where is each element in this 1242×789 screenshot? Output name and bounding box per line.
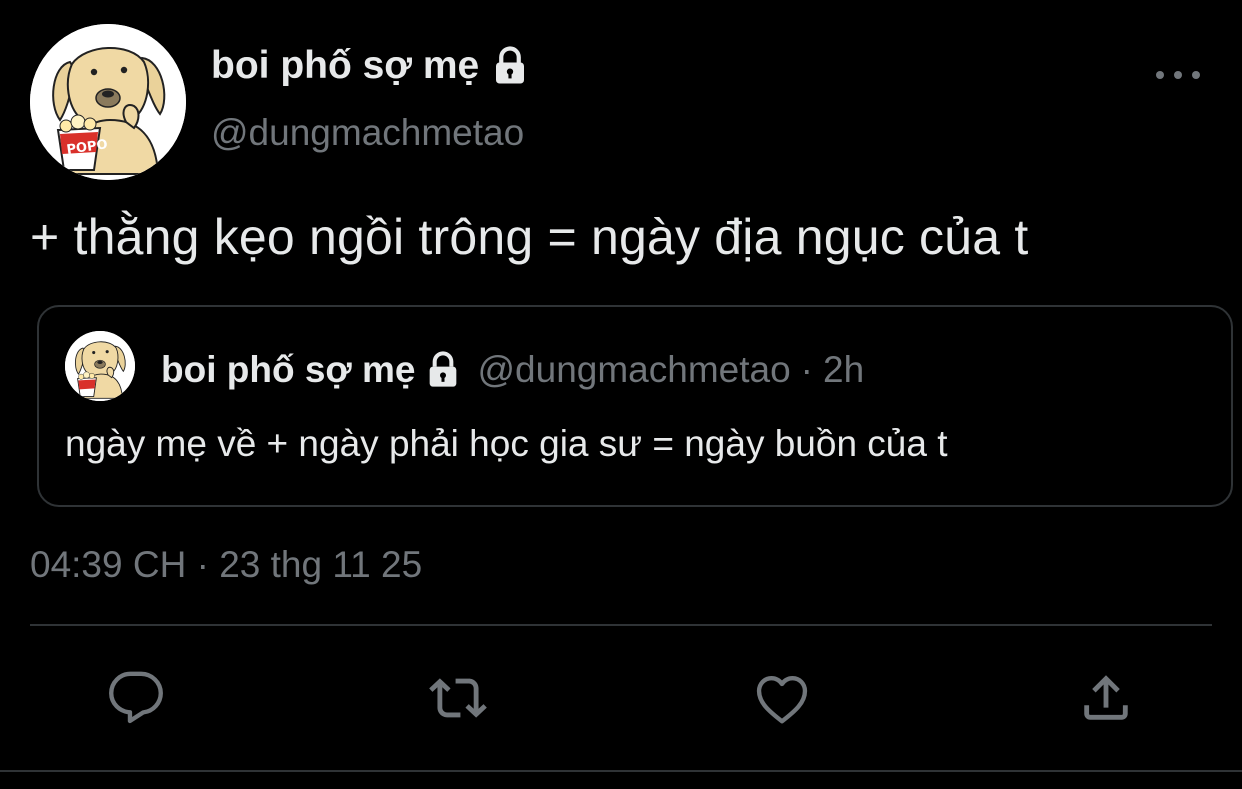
quoted-author-display-name: boi phố sợ mẹ bbox=[161, 349, 416, 390]
like-icon[interactable] bbox=[752, 668, 812, 728]
author-display-name-row[interactable]: boi phố sợ mẹ bbox=[211, 44, 531, 88]
more-horizontal-icon[interactable] bbox=[1156, 60, 1200, 90]
quoted-author-avatar bbox=[65, 331, 135, 401]
quoted-tweet-header: boi phố sợ mẹ @dungmachmetao · 2h bbox=[161, 349, 864, 391]
more-dot bbox=[1192, 71, 1200, 79]
bottom-divider bbox=[0, 770, 1242, 772]
dog-popcorn-avatar-image bbox=[65, 331, 135, 401]
author-avatar[interactable]: POPO bbox=[30, 24, 186, 180]
divider bbox=[30, 624, 1212, 626]
tweet-text: + thằng kẹo ngồi trông = ngày địa ngục c… bbox=[30, 209, 1029, 265]
quoted-tweet-time: 2h bbox=[823, 349, 865, 390]
retweet-icon[interactable] bbox=[428, 668, 488, 728]
author-display-name[interactable]: boi phố sợ mẹ bbox=[211, 44, 479, 88]
quoted-author-handle: @dungmachmetao bbox=[477, 349, 791, 390]
lock-icon bbox=[423, 350, 463, 390]
reply-icon[interactable] bbox=[106, 668, 166, 728]
separator-dot: · bbox=[800, 349, 813, 390]
quoted-tweet-text: ngày mẹ về + ngày phải học gia sư = ngày… bbox=[65, 423, 948, 464]
share-icon[interactable] bbox=[1076, 668, 1136, 728]
tweet-timestamp[interactable]: 04:39 CH · 23 thg 11 25 bbox=[30, 544, 422, 586]
more-dot bbox=[1156, 71, 1164, 79]
author-handle[interactable]: @dungmachmetao bbox=[211, 112, 524, 154]
quoted-tweet-card[interactable]: boi phố sợ mẹ @dungmachmetao · 2h ngày m… bbox=[37, 305, 1233, 507]
more-dot bbox=[1174, 71, 1182, 79]
dog-popcorn-avatar-image: POPO bbox=[30, 24, 186, 180]
lock-icon bbox=[489, 45, 531, 87]
